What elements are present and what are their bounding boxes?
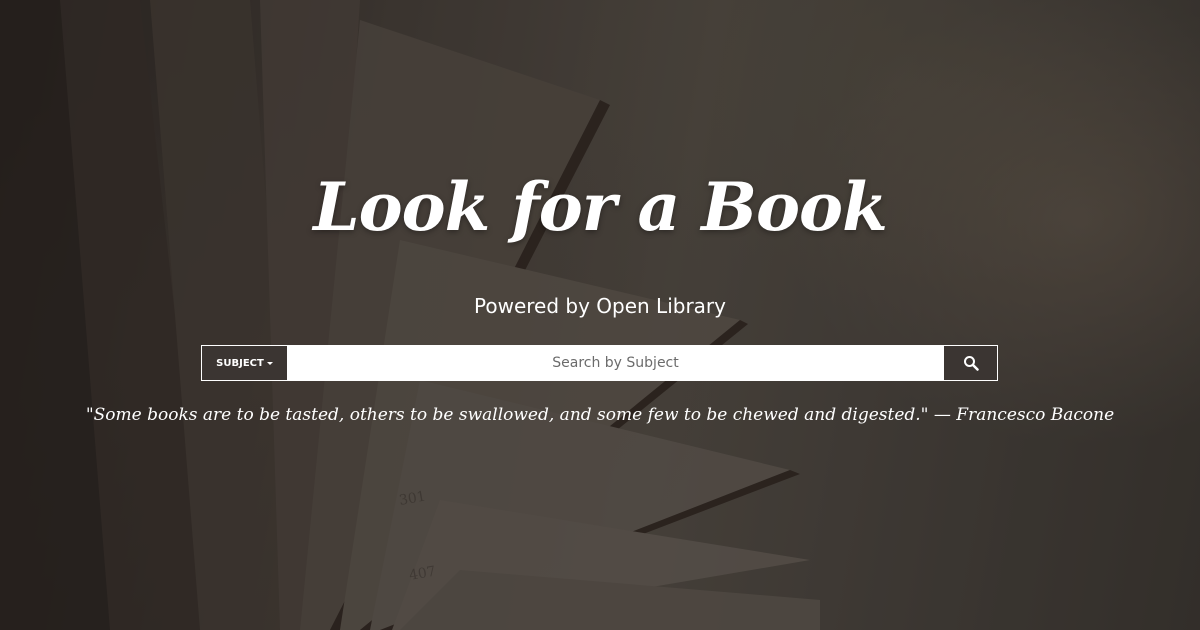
search-type-label: SUBJECT bbox=[216, 357, 264, 369]
search-type-dropdown[interactable]: SUBJECT bbox=[202, 346, 288, 380]
page-title: Look for a Book bbox=[313, 168, 888, 246]
search-bar: SUBJECT bbox=[201, 345, 998, 381]
search-input[interactable] bbox=[288, 346, 943, 380]
search-button[interactable] bbox=[943, 346, 997, 380]
search-icon bbox=[963, 356, 979, 371]
quote-text: "Some books are to be tasted, others to … bbox=[85, 405, 1115, 425]
hero-content: Look for a Book Powered by Open Library … bbox=[0, 0, 1200, 630]
caret-down-icon bbox=[266, 361, 273, 365]
page-subtitle: Powered by Open Library bbox=[474, 294, 726, 318]
